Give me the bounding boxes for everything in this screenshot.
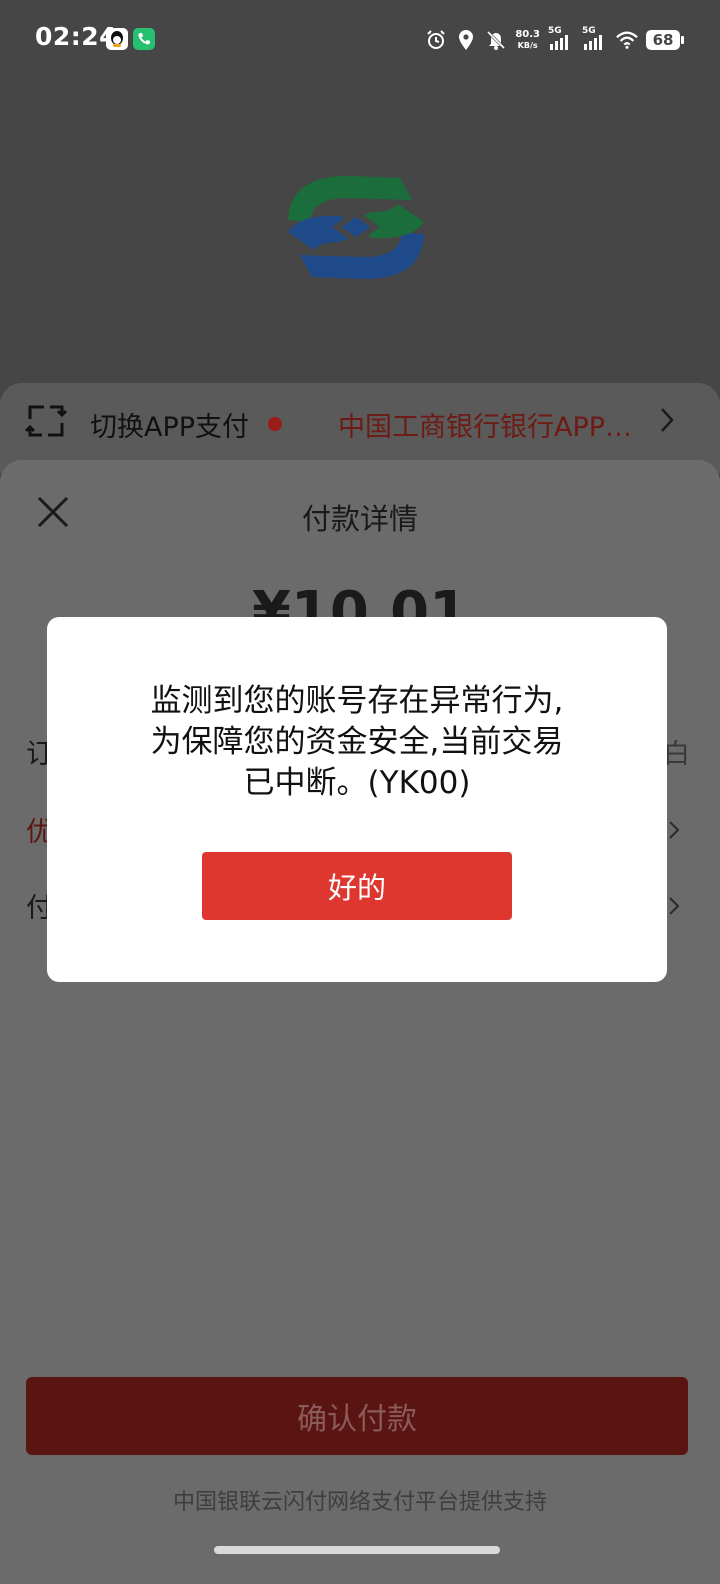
dialog-message: 监测到您的账号存在异常行为, 为保障您的资金安全,当前交易 已中断。(YK00) xyxy=(87,681,627,804)
status-icons: 80.3 KB/s 5G 5G 68 xyxy=(425,26,684,54)
qq-icon xyxy=(106,28,128,50)
switch-icon xyxy=(24,405,68,437)
network-speed: 80.3 KB/s xyxy=(515,29,540,50)
signal-icon: 5G xyxy=(582,26,608,52)
alarm-icon xyxy=(425,29,447,51)
selected-bank-app: 中国工商银行银行APP… xyxy=(338,412,633,443)
bank-logo xyxy=(288,175,424,280)
dialog-message-line: 监测到您的账号存在异常行为, xyxy=(150,683,564,719)
switch-app-label: 切换APP支付 xyxy=(90,412,250,443)
status-time: 02:24 xyxy=(35,22,118,51)
signal-icon: 5G xyxy=(548,26,574,52)
alert-dialog: 监测到您的账号存在异常行为, 为保障您的资金安全,当前交易 已中断。(YK00)… xyxy=(47,617,667,982)
home-indicator[interactable] xyxy=(214,1546,500,1554)
wifi-icon xyxy=(616,29,638,51)
dialog-message-line: 已中断。(YK00) xyxy=(243,765,471,801)
confirm-payment-button[interactable]: 确认付款 xyxy=(26,1377,688,1455)
dialog-message-line: 为保障您的资金安全,当前交易 xyxy=(150,724,564,760)
battery-icon: 68 xyxy=(646,30,684,50)
order-row-value: 白 xyxy=(663,739,690,770)
ok-button[interactable]: 好的 xyxy=(202,852,512,920)
chevron-right-icon xyxy=(669,897,680,915)
chevron-right-icon xyxy=(669,821,680,839)
page-title: 付款详情 xyxy=(301,502,418,536)
location-icon xyxy=(455,29,477,51)
notification-dot xyxy=(268,417,282,431)
phone-app-icon xyxy=(133,28,155,50)
chevron-right-icon xyxy=(661,408,674,432)
status-bar: 02:24 80.3 KB/s 5G 5G 68 xyxy=(0,0,720,80)
footer-note: 中国银联云闪付网络支付平台提供支持 xyxy=(172,1490,547,1515)
mute-icon xyxy=(485,29,507,51)
